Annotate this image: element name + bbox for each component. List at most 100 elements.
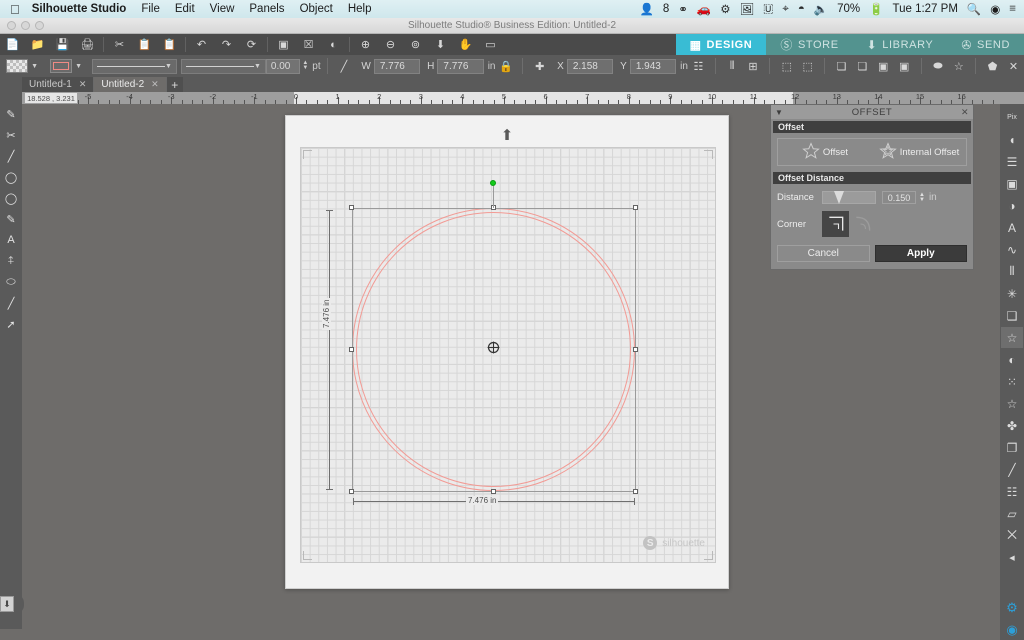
line-color-swatch[interactable] [50, 59, 73, 73]
offset-panel-icon[interactable]: ☆ [1001, 327, 1023, 348]
settings-gear-icon[interactable]: ⚙ [1001, 597, 1023, 618]
resize-handle-middle-left[interactable] [349, 347, 354, 352]
fit-to-window-button[interactable]: ⬇ [428, 34, 453, 55]
bluetooth-icon[interactable]: ⌖ [782, 3, 788, 16]
warp-icon[interactable]: ⨉ [1001, 525, 1023, 546]
page-setup-button[interactable]: ▭ [478, 34, 503, 55]
collapse-icon[interactable]: ◀ [1001, 547, 1023, 568]
anchor-point-selector-icon[interactable]: ☷ [688, 56, 709, 77]
arrange-front-button[interactable]: ⬚ [797, 56, 818, 77]
width-input[interactable]: 7.776 [373, 58, 421, 74]
resize-handle-bottom-right[interactable] [633, 489, 638, 494]
text-tool[interactable]: A [0, 230, 22, 250]
copy-button[interactable]: 📋 [132, 34, 157, 55]
color-palette-icon[interactable]: ◖ [1001, 129, 1023, 150]
redo-button[interactable]: ↷ [214, 34, 239, 55]
eyedropper-tool[interactable]: ➚ [0, 314, 22, 334]
pixscan-icon[interactable]: Pix [1001, 107, 1023, 128]
line-thickness-select[interactable]: ▼ [180, 58, 266, 74]
deselect-all-button[interactable]: ☒ [296, 34, 321, 55]
knife-tool[interactable]: ✂ [0, 125, 22, 145]
apply-button[interactable]: Apply [874, 245, 967, 262]
line-width-input[interactable]: 0.00 [265, 58, 301, 74]
close-icon[interactable]: ✕ [961, 107, 969, 118]
menu-app-name[interactable]: Silhouette Studio [32, 3, 127, 15]
volume-icon[interactable]: 🔈 [814, 2, 828, 16]
save-file-button[interactable]: 💾 [50, 34, 75, 55]
select-all-button[interactable]: ▣ [271, 34, 296, 55]
tab-design[interactable]: ▦ DESIGN [675, 34, 767, 55]
tab-library[interactable]: ⬇ LIBRARY [852, 34, 948, 55]
line-tool[interactable]: ╱ [0, 146, 22, 166]
resize-handle-top-right[interactable] [633, 205, 638, 210]
trace-panel-icon[interactable]: ◐ [1001, 349, 1023, 370]
distance-stepper[interactable]: ▲ ▼ [919, 192, 925, 203]
menu-panels[interactable]: Panels [249, 3, 284, 15]
new-document-button[interactable]: 📄 [0, 34, 25, 55]
wifi-icon[interactable]: ◓ [798, 3, 805, 15]
clock[interactable]: Tue 1:27 PM [892, 3, 957, 15]
corner-sharp-button[interactable] [822, 211, 849, 237]
ellipse-tool[interactable]: ◯ [0, 167, 22, 187]
menu-object[interactable]: Object [300, 3, 333, 15]
slider-thumb[interactable] [834, 191, 844, 204]
image-effects-icon[interactable]: ▣ [1001, 173, 1023, 194]
perspective-icon[interactable]: ▱ [1001, 503, 1023, 524]
spotlight-search-icon[interactable]: 🔍 [967, 2, 981, 16]
y-input[interactable]: 1.943 [629, 58, 677, 74]
apple-icon[interactable]:  [10, 2, 20, 17]
zoom-out-button[interactable]: ⊖ [378, 34, 403, 55]
offset-panel[interactable]: ▼ OFFSET ✕ Offset Offset Internal Offset [770, 104, 974, 270]
tab-send[interactable]: ✇ SEND [947, 34, 1024, 55]
resize-handle-middle-right[interactable] [633, 347, 638, 352]
resize-handle-bottom-left[interactable] [349, 489, 354, 494]
cut-button[interactable]: ✂ [107, 34, 132, 55]
hatch-icon[interactable]: ╱ [1001, 459, 1023, 480]
print-button[interactable]: 🖨 [75, 34, 100, 55]
curve-icon[interactable]: ∿ [1001, 239, 1023, 260]
layers-icon[interactable]: ❐ [1001, 437, 1023, 458]
chevron-down-icon[interactable]: ▼ [775, 108, 783, 117]
horizontal-ruler[interactable]: -6-5-4-3-2-1012345678910111213141516 [0, 92, 1024, 104]
sphere-icon[interactable]: ☷ [1001, 481, 1023, 502]
edit-points-tool[interactable]: ✎ [0, 104, 22, 124]
polygon-tool[interactable]: ◯ [0, 188, 22, 208]
ungroup-button[interactable]: ❏ [852, 56, 873, 77]
star-icon[interactable]: ☆ [1001, 393, 1023, 414]
menu-view[interactable]: View [210, 3, 235, 15]
siri-icon[interactable]: ◉ [990, 2, 1000, 16]
distance-input[interactable]: 0.150 [882, 191, 916, 204]
release-compound-button[interactable]: ▣ [894, 56, 915, 77]
car-icon[interactable]: 🚗 [697, 2, 711, 16]
dropbox-icon[interactable]: ⚭ [678, 2, 688, 16]
pan-button[interactable]: ✋ [453, 34, 478, 55]
user-icon[interactable]: 👤 [640, 2, 654, 16]
cutting-mat[interactable]: 7.476 in 7.476 in S silhouette [300, 147, 716, 563]
center-button[interactable]: ⊞ [743, 56, 764, 77]
fill-color-chevron-down-icon[interactable]: ▼ [31, 63, 38, 70]
compound-path-button[interactable]: ▣ [873, 56, 894, 77]
zoom-in-button[interactable]: ⊕ [353, 34, 378, 55]
corner-rounded-button[interactable] [849, 211, 876, 237]
paste-button[interactable]: 📋 [157, 34, 182, 55]
document-tab-untitled-1[interactable]: Untitled-1 ✕ [22, 77, 95, 92]
close-icon[interactable]: ✕ [79, 79, 87, 90]
undo-button[interactable]: ↶ [189, 34, 214, 55]
height-input[interactable]: 7.776 [437, 58, 484, 74]
group-button[interactable]: ❏ [831, 56, 852, 77]
resize-handle-top-left[interactable] [349, 205, 354, 210]
knife-cut-tool[interactable]: ╱ [0, 293, 22, 313]
rotation-handle[interactable] [490, 180, 496, 186]
transform-icon[interactable]: ✳ [1001, 283, 1023, 304]
trace-tool[interactable]: ⍏ [0, 251, 22, 271]
offset-type-external-button[interactable]: Offset [778, 139, 872, 165]
gear-icon[interactable]: ⚙ [720, 2, 730, 16]
rhinestone-icon[interactable]: ⁙ [1001, 371, 1023, 392]
zoom-selection-button[interactable]: ⊚ [403, 34, 428, 55]
menu-file[interactable]: File [141, 3, 160, 15]
draw-tool[interactable]: ✎ [0, 209, 22, 229]
help-icon[interactable]: ◉ [1001, 619, 1023, 640]
line-width-stepper[interactable]: ▲ ▼ [302, 60, 308, 71]
line-style-icon[interactable]: ☰ [1001, 151, 1023, 172]
modify-button[interactable]: ⬟ [982, 56, 1003, 77]
